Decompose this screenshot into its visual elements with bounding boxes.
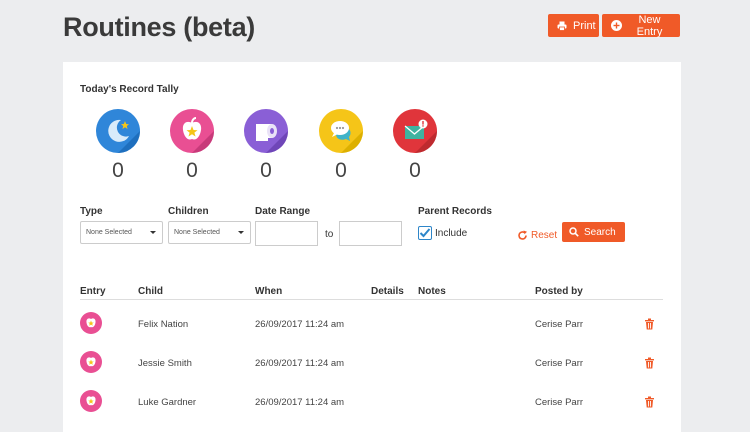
chevron-down-icon xyxy=(150,231,156,234)
tally-count-food: 0 xyxy=(186,159,198,182)
tally-count-toilet: 0 xyxy=(260,159,272,182)
page-title: Routines (beta) xyxy=(63,12,256,42)
date-range-label: Date Range xyxy=(255,206,311,217)
tally-item-food[interactable]: 0 xyxy=(168,109,216,183)
tally-item-sleep[interactable]: 0 xyxy=(94,109,142,183)
new-entry-button[interactable]: New Entry xyxy=(602,13,680,38)
mail-alert-icon xyxy=(393,109,437,153)
table-header-divider xyxy=(80,299,663,300)
col-notes[interactable]: Notes xyxy=(418,286,446,297)
toilet-paper-icon xyxy=(244,109,288,153)
children-select-value: None Selected xyxy=(174,229,220,236)
row-child: Jessie Smith xyxy=(138,358,192,369)
search-label: Search xyxy=(584,226,616,238)
tally-item-toilet[interactable]: 0 xyxy=(242,109,290,183)
new-entry-label: New Entry xyxy=(636,13,663,38)
row-posted-by: Cerise Parr xyxy=(535,358,584,369)
printer-icon xyxy=(557,21,567,31)
chat-icon xyxy=(319,109,363,153)
reset-button[interactable]: Reset xyxy=(517,230,557,241)
col-child[interactable]: Child xyxy=(138,286,163,297)
tally-title: Today's Record Tally xyxy=(80,84,179,95)
col-details[interactable]: Details xyxy=(371,286,404,297)
tally-count-chat: 0 xyxy=(335,159,347,182)
table-row[interactable]: Felix Nation 26/09/2017 11:24 am Cerise … xyxy=(63,307,681,345)
row-when: 26/09/2017 11:24 am xyxy=(255,358,345,369)
children-select[interactable]: None Selected xyxy=(168,221,251,244)
col-when[interactable]: When xyxy=(255,286,282,297)
search-icon xyxy=(569,227,579,237)
food-icon xyxy=(80,351,102,373)
routines-card: Today's Record Tally 0 0 0 0 0 Type None… xyxy=(63,62,681,432)
row-posted-by: Cerise Parr xyxy=(535,397,584,408)
type-select-value: None Selected xyxy=(86,229,132,236)
trash-icon[interactable] xyxy=(644,395,655,413)
tally-item-chat[interactable]: 0 xyxy=(317,109,365,183)
include-checkbox[interactable] xyxy=(418,226,432,240)
food-icon xyxy=(80,390,102,412)
row-when: 26/09/2017 11:24 am xyxy=(255,319,345,330)
print-label: Print xyxy=(573,19,596,32)
col-posted-by[interactable]: Posted by xyxy=(535,286,583,297)
col-entry[interactable]: Entry xyxy=(80,286,106,297)
row-posted-by: Cerise Parr xyxy=(535,319,584,330)
parent-records-label: Parent Records xyxy=(418,206,492,217)
chevron-down-icon xyxy=(238,231,244,234)
table-row[interactable]: Luke Gardner 26/09/2017 11:24 am Cerise … xyxy=(63,385,681,423)
print-button[interactable]: Print xyxy=(548,14,599,37)
trash-icon[interactable] xyxy=(644,356,655,374)
date-to-input[interactable] xyxy=(339,221,402,246)
row-when: 26/09/2017 11:24 am xyxy=(255,397,345,408)
table-row[interactable]: Jessie Smith 26/09/2017 11:24 am Cerise … xyxy=(63,346,681,384)
search-button[interactable]: Search xyxy=(562,222,625,242)
type-label: Type xyxy=(80,206,103,217)
include-label: Include xyxy=(435,228,468,239)
check-icon xyxy=(419,228,431,238)
row-child: Luke Gardner xyxy=(138,397,197,408)
row-child: Felix Nation xyxy=(138,319,189,330)
sleep-icon xyxy=(96,109,140,153)
food-icon xyxy=(80,312,102,334)
plus-circle-icon xyxy=(611,20,622,31)
refresh-icon xyxy=(517,230,528,241)
to-label: to xyxy=(325,229,334,240)
food-icon xyxy=(170,109,214,153)
tally-count-sleep: 0 xyxy=(112,159,124,182)
tally-count-mail: 0 xyxy=(409,159,421,182)
reset-label: Reset xyxy=(531,230,558,241)
trash-icon[interactable] xyxy=(644,317,655,335)
children-label: Children xyxy=(168,206,209,217)
tally-item-mail[interactable]: 0 xyxy=(391,109,439,183)
type-select[interactable]: None Selected xyxy=(80,221,163,244)
date-from-input[interactable] xyxy=(255,221,318,246)
